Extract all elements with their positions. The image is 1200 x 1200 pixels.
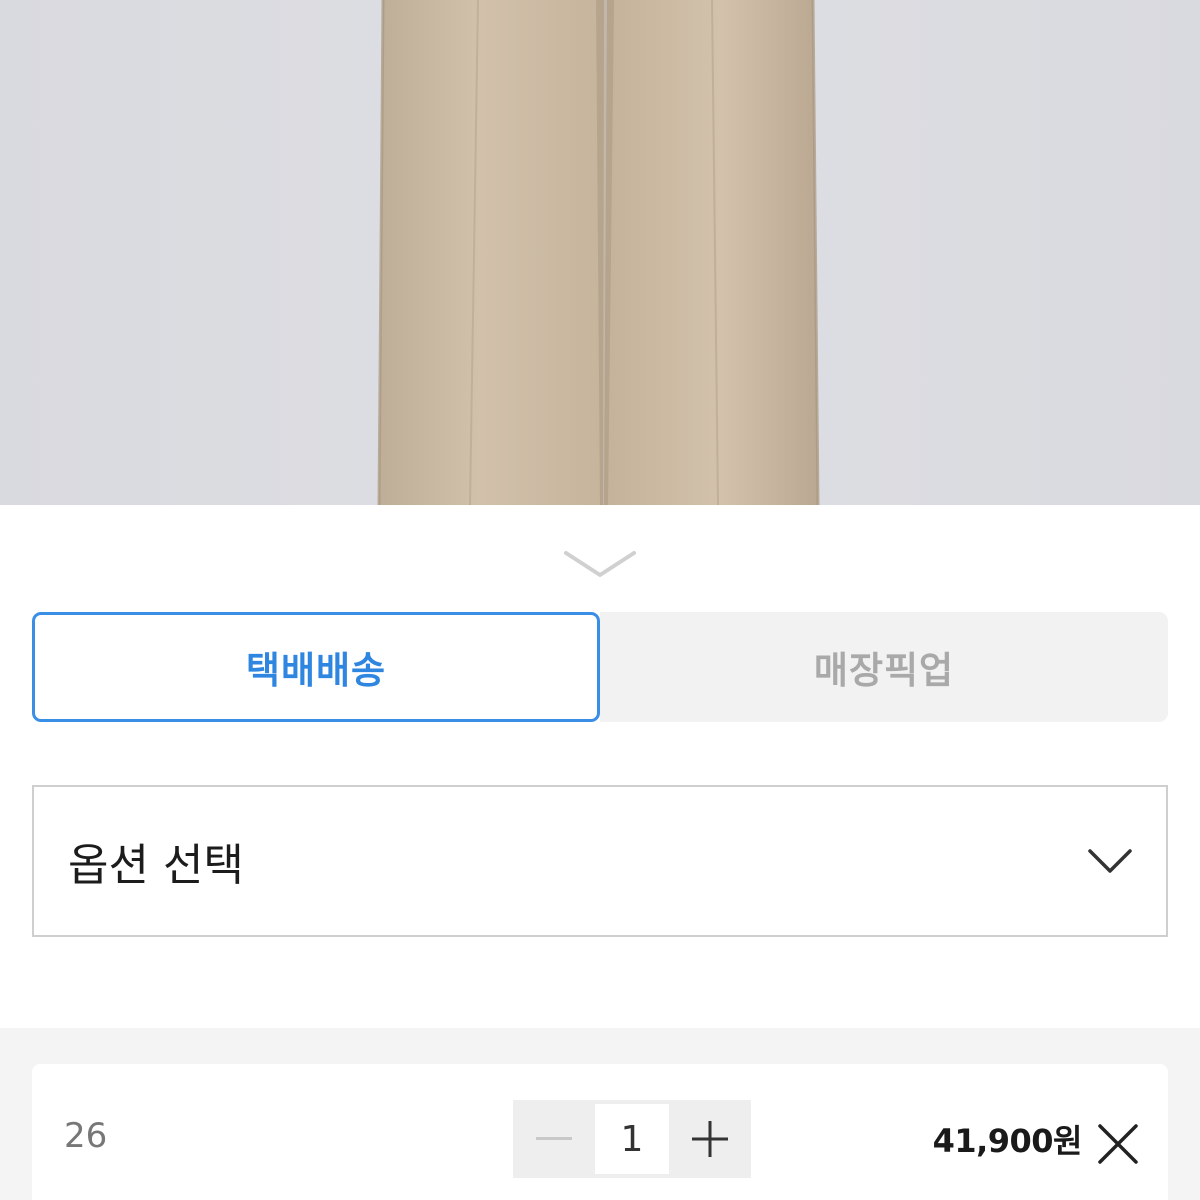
option-select-dropdown[interactable]: 옵션 선택 — [32, 785, 1168, 937]
minus-icon — [536, 1137, 572, 1140]
tab-parcel-delivery[interactable]: 택배배송 — [32, 612, 600, 722]
product-detail-page: 택배배송 매장픽업 옵션 선택 26 1 41,900원 — [0, 0, 1200, 1200]
option-select-label: 옵션 선택 — [68, 840, 244, 891]
decrement-button[interactable] — [513, 1100, 595, 1178]
product-image — [0, 0, 1200, 505]
collapse-toggle-button[interactable] — [560, 545, 640, 585]
delivery-method-tabs: 택배배송 매장픽업 — [32, 612, 1168, 722]
tab-store-pickup-label: 매장픽업 — [813, 649, 955, 692]
chevron-down-icon — [1088, 849, 1132, 873]
increment-button[interactable] — [669, 1100, 751, 1178]
item-price: 41,900원 — [932, 1122, 1083, 1160]
remove-item-button[interactable] — [1096, 1122, 1140, 1166]
tab-store-pickup[interactable]: 매장픽업 — [600, 612, 1168, 722]
plus-icon — [692, 1121, 728, 1157]
quantity-stepper: 1 — [513, 1100, 751, 1178]
quantity-value[interactable]: 1 — [595, 1104, 669, 1174]
close-icon — [1098, 1124, 1138, 1164]
tab-parcel-delivery-label: 택배배송 — [245, 649, 387, 692]
chevron-down-icon — [564, 551, 636, 577]
trousers-illustration — [377, 0, 820, 505]
item-size-label: 26 — [64, 1116, 108, 1156]
selected-item-row: 26 1 41,900원 — [32, 1064, 1168, 1200]
